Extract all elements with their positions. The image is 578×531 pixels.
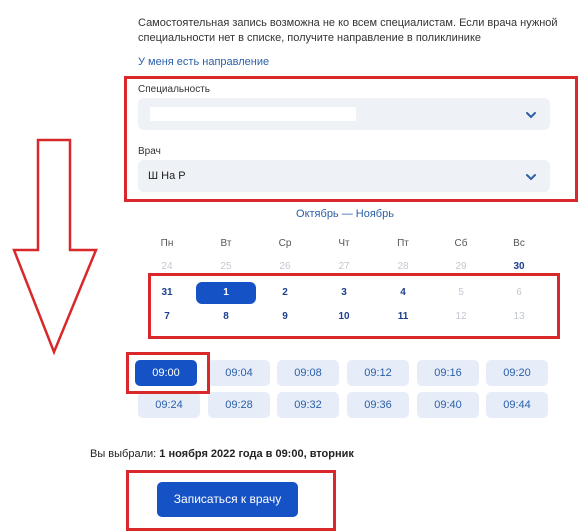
weekday-fri: Пт (397, 238, 409, 249)
weekday-thu: Чт (338, 238, 350, 249)
notice-text: Самостоятельная запись возможна не ко вс… (138, 17, 558, 44)
down-arrow-annotation (12, 138, 98, 356)
highlight-calendar (148, 273, 560, 339)
highlight-submit (126, 470, 336, 531)
weekday-tue: Вт (220, 238, 232, 249)
time-slot[interactable]: 09:24 (138, 392, 200, 418)
weekday-sun: Вс (513, 238, 525, 249)
referral-link[interactable]: У меня есть направление (138, 56, 269, 68)
time-slot[interactable]: 09:12 (347, 360, 409, 386)
selection-summary: Вы выбрали: 1 ноября 2022 года в 09:00, … (90, 448, 354, 460)
time-slot[interactable]: 09:36 (347, 392, 409, 418)
month-range: Октябрь — Ноябрь (296, 208, 394, 220)
time-slot[interactable]: 09:44 (486, 392, 548, 418)
time-slot[interactable]: 09:28 (208, 392, 270, 418)
time-slot[interactable]: 09:04 (208, 360, 270, 386)
weekday-sat: Сб (454, 238, 468, 249)
summary-value: 1 ноября 2022 года в 09:00, вторник (159, 448, 354, 460)
summary-prefix: Вы выбрали: (90, 448, 157, 460)
highlight-form (124, 76, 578, 202)
weekday-wed: Ср (278, 238, 292, 249)
highlight-time-slot (126, 352, 210, 394)
time-slot[interactable]: 09:40 (417, 392, 479, 418)
time-slot[interactable]: 09:08 (277, 360, 339, 386)
time-slot[interactable]: 09:16 (417, 360, 479, 386)
time-slot[interactable]: 09:32 (277, 392, 339, 418)
time-slot[interactable]: 09:20 (486, 360, 548, 386)
weekday-mon: Пн (160, 238, 174, 249)
